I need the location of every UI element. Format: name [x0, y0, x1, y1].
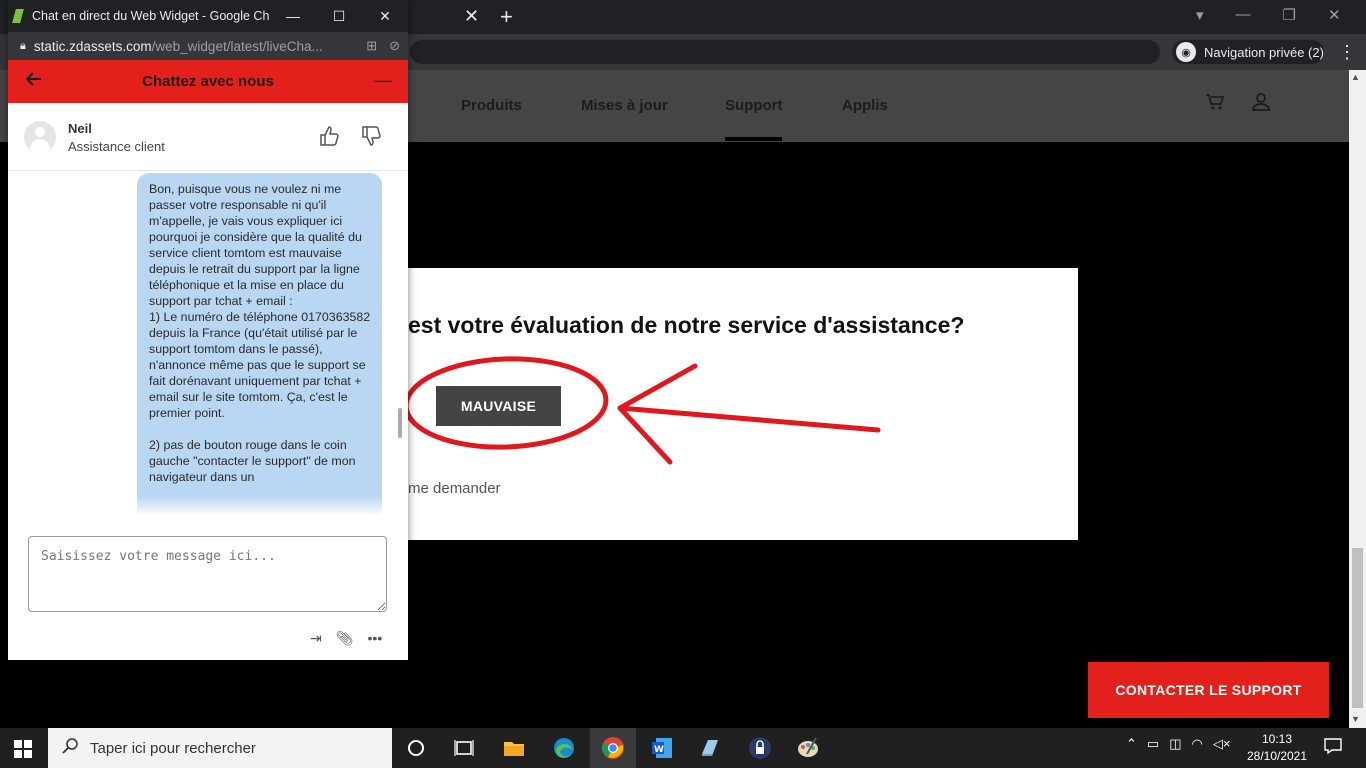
- chat-header: Chattez avec nous —: [8, 60, 408, 103]
- paint-icon[interactable]: [796, 736, 820, 760]
- windows-start-icon[interactable]: [14, 740, 32, 758]
- cortana-icon[interactable]: [404, 736, 428, 760]
- visitor-message-bubble: Bon, puisque vous ne voulez ni me passer…: [137, 173, 382, 516]
- svg-text:W: W: [654, 745, 664, 755]
- more-options-icon[interactable]: •••: [368, 630, 383, 647]
- tab-search-icon[interactable]: ▾: [1196, 6, 1204, 24]
- incognito-eye-icon[interactable]: ⊘: [389, 38, 400, 54]
- popup-url-bar[interactable]: 🔒︎ static.zdassets.com/web_widget/latest…: [8, 32, 408, 60]
- thumbs-down-icon[interactable]: [360, 125, 382, 153]
- evaluation-question: est votre évaluation de notre service d'…: [408, 312, 965, 338]
- end-chat-icon[interactable]: ⇥: [310, 630, 322, 647]
- user-icon[interactable]: [1251, 92, 1271, 117]
- agent-name: Neil: [68, 121, 92, 136]
- search-icon: [62, 738, 78, 758]
- zendesk-favicon-icon: [12, 9, 24, 23]
- attachment-icon[interactable]: 📎︎: [336, 630, 354, 647]
- message-input[interactable]: [28, 536, 387, 612]
- nav-applis[interactable]: Applis: [842, 97, 888, 114]
- nav-active-indicator: [725, 137, 782, 141]
- close-icon[interactable]: ✕: [1328, 6, 1341, 24]
- ask-later-link[interactable]: me demander: [408, 480, 501, 497]
- popup-close-icon[interactable]: ✕: [362, 8, 408, 25]
- popup-minimize-icon[interactable]: —: [270, 8, 316, 24]
- message-scrollbar[interactable]: [398, 408, 402, 438]
- scroll-up-icon[interactable]: ▲: [1351, 72, 1360, 82]
- scrollbar-thumb[interactable]: [1352, 548, 1363, 708]
- window-controls: ▾ — ❐ ✕: [1196, 6, 1341, 24]
- agent-avatar: [24, 121, 56, 153]
- address-bar[interactable]: [410, 40, 1160, 64]
- popup-titlebar: Chat en direct du Web Widget - Google Ch…: [8, 0, 408, 32]
- private-browsing-badge[interactable]: ◉ Navigation privée (2): [1172, 40, 1324, 64]
- chrome-icon[interactable]: [601, 736, 625, 760]
- chevron-up-icon[interactable]: ⌃: [1126, 736, 1137, 752]
- chat-actions: ⇥ 📎︎ •••: [310, 630, 382, 647]
- browser-menu-icon[interactable]: ⋮: [1338, 40, 1356, 64]
- minimize-icon[interactable]: —: [1236, 6, 1251, 24]
- thumbs-up-icon[interactable]: [318, 125, 340, 153]
- search-placeholder: Taper ici pour rechercher: [90, 739, 256, 757]
- lock-app-icon[interactable]: [748, 736, 772, 760]
- restore-icon[interactable]: ❐: [1283, 6, 1296, 24]
- message-fade: [8, 496, 408, 516]
- agent-role: Assistance client: [68, 139, 165, 154]
- chat-popup-window: Chat en direct du Web Widget - Google Ch…: [8, 0, 408, 660]
- edge-icon[interactable]: [552, 736, 576, 760]
- minimize-chat-icon[interactable]: —: [374, 70, 392, 91]
- contact-support-button[interactable]: CONTACTER LE SUPPORT: [1088, 662, 1329, 718]
- clock-date[interactable]: 28/10/2021: [1242, 749, 1312, 763]
- volume-muted-icon[interactable]: ◁×: [1213, 736, 1231, 752]
- nav-mises-a-jour[interactable]: Mises à jour: [581, 97, 668, 114]
- file-explorer-icon[interactable]: [502, 736, 526, 760]
- message-list[interactable]: Bon, puisque vous ne voulez ni me passer…: [8, 171, 408, 516]
- word-icon[interactable]: W: [650, 736, 674, 760]
- cart-icon[interactable]: [1205, 92, 1225, 117]
- wifi-icon[interactable]: ◠: [1192, 736, 1203, 752]
- agent-info: Neil Assistance client: [8, 103, 408, 171]
- notification-icon[interactable]: [1324, 738, 1342, 759]
- taskbar-search[interactable]: Taper ici pour rechercher: [48, 728, 392, 768]
- tab-close-icon[interactable]: ✕: [464, 6, 479, 27]
- private-label: Navigation privée (2): [1204, 44, 1324, 60]
- chat-title: Chattez avec nous: [142, 73, 274, 90]
- popup-window-title: Chat en direct du Web Widget - Google Ch…: [32, 9, 270, 23]
- lock-icon[interactable]: 🔒︎: [20, 40, 26, 53]
- scroll-down-icon[interactable]: ▼: [1351, 714, 1360, 724]
- back-arrow-icon[interactable]: [25, 71, 42, 92]
- new-tab-icon[interactable]: +: [500, 4, 513, 30]
- calculator-icon[interactable]: [698, 736, 722, 760]
- nav-produits[interactable]: Produits: [461, 97, 522, 114]
- popup-maximize-icon[interactable]: ☐: [316, 8, 362, 25]
- nav-support[interactable]: Support: [725, 97, 783, 114]
- battery-icon[interactable]: ▭: [1147, 736, 1159, 752]
- translate-icon[interactable]: ⊞: [366, 38, 377, 54]
- incognito-icon: ◉: [1176, 42, 1196, 62]
- url-path: /web_widget/latest/liveCha...: [151, 38, 323, 54]
- url-domain: static.zdassets.com: [33, 38, 152, 54]
- clock-time[interactable]: 10:13: [1242, 732, 1312, 746]
- system-tray: ⌃ ▭ ◫ ◠ ◁×: [1126, 736, 1230, 752]
- task-view-icon[interactable]: [452, 736, 476, 760]
- mauvaise-button[interactable]: MAUVAISE: [436, 386, 561, 426]
- camera-icon[interactable]: ◫: [1169, 736, 1181, 752]
